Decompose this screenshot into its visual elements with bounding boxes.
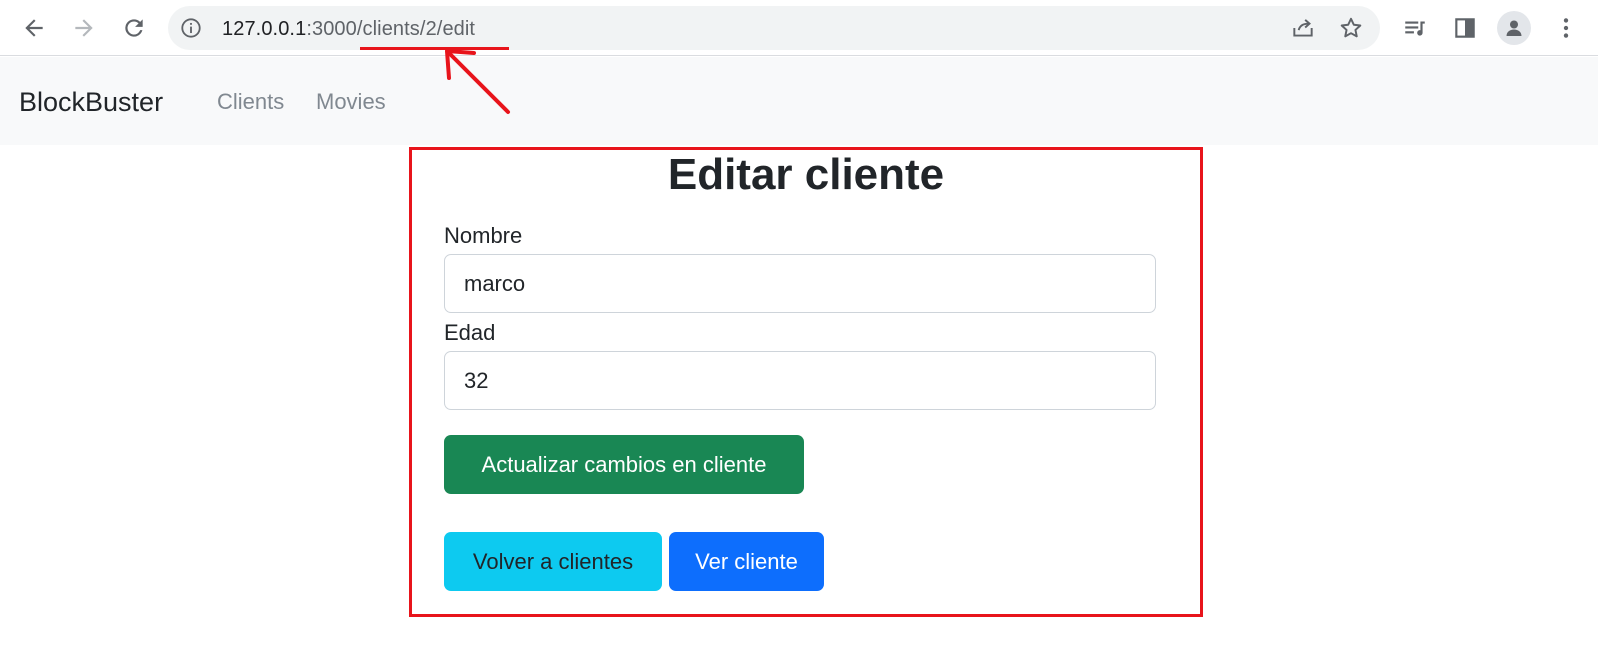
reload-icon[interactable]	[114, 8, 154, 48]
arrow-annotation	[445, 49, 510, 114]
nav-link-movies[interactable]: Movies	[316, 89, 386, 115]
side-panel-icon[interactable]	[1445, 8, 1485, 48]
page-title: Editar cliente	[667, 150, 945, 199]
edad-label: Edad	[444, 320, 496, 345]
reading-list-icon[interactable]	[1395, 8, 1435, 48]
info-icon[interactable]	[180, 17, 202, 39]
browser-toolbar: 127.0.0.1:3000/clients/2/edit	[0, 0, 1598, 56]
edad-input[interactable]	[444, 351, 1156, 410]
url-host: 127.0.0.1	[222, 18, 307, 40]
url-text[interactable]: 127.0.0.1:3000/clients/2/edit	[222, 18, 475, 41]
nav-link-clients[interactable]: Clients	[217, 89, 284, 115]
nombre-label: Nombre	[444, 223, 523, 248]
back-arrow-icon[interactable]	[14, 8, 54, 48]
nombre-input[interactable]	[444, 254, 1156, 313]
view-client-button[interactable]: Ver cliente	[669, 532, 824, 591]
navbar-brand[interactable]: BlockBuster	[19, 87, 163, 118]
forward-arrow-icon[interactable]	[64, 8, 104, 48]
update-client-button[interactable]: Actualizar cambios en cliente	[444, 435, 804, 494]
profile-icon[interactable]	[1497, 11, 1531, 45]
app-navbar: BlockBuster Clients Movies	[0, 57, 1598, 145]
share-icon[interactable]	[1290, 15, 1316, 41]
address-bar[interactable]: 127.0.0.1:3000/clients/2/edit	[168, 6, 1380, 50]
url-path: :3000/clients/2/edit	[306, 18, 476, 40]
star-icon[interactable]	[1338, 15, 1364, 41]
back-to-clients-button[interactable]: Volver a clientes	[444, 532, 662, 591]
more-vert-icon[interactable]	[1546, 8, 1586, 48]
